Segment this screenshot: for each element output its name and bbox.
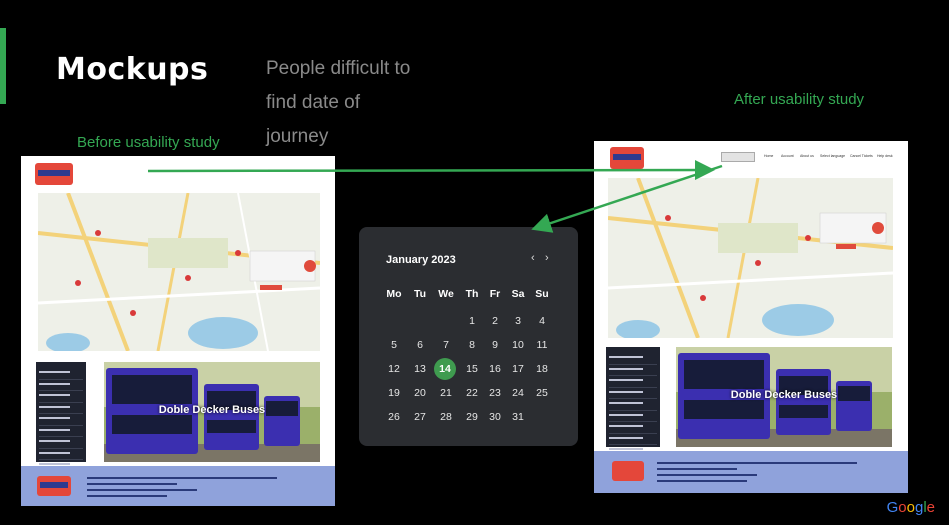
- nav-help-desk[interactable]: Help desk: [877, 154, 893, 158]
- weekday-label: Sa: [511, 288, 525, 300]
- bus-banner-caption: Doble Decker Buses: [158, 404, 266, 416]
- calendar-day[interactable]: 4: [530, 310, 554, 332]
- calendar-day[interactable]: 3: [506, 310, 530, 332]
- calendar-day[interactable]: 2: [483, 310, 507, 332]
- slide-title: Mockups: [56, 52, 209, 87]
- calendar-day[interactable]: 23: [483, 382, 507, 404]
- nav-about-us[interactable]: About us: [800, 154, 814, 158]
- selected-day[interactable]: 14: [434, 358, 456, 380]
- footer: [594, 451, 908, 493]
- nav-home[interactable]: Home: [764, 154, 773, 158]
- calendar-day[interactable]: 5: [382, 334, 406, 356]
- weekday-label: Tu: [413, 288, 427, 300]
- popular-routes: [606, 347, 660, 480]
- calendar-day[interactable]: 29: [460, 406, 484, 428]
- popular-routes: [36, 362, 86, 495]
- weekday-label: Fr: [489, 288, 501, 300]
- calendar-day[interactable]: 7: [434, 334, 458, 356]
- google-logo: Google: [886, 499, 935, 516]
- calendar-day[interactable]: 12: [382, 358, 406, 380]
- mockup-before: Doble Decker Buses: [21, 156, 335, 506]
- after-label: After usability study: [734, 91, 865, 108]
- calendar-day[interactable]: 27: [408, 406, 432, 428]
- calendar-day[interactable]: 13: [408, 358, 432, 380]
- weekday-label: We: [438, 288, 454, 300]
- map: [38, 193, 320, 351]
- date-picker: January 2023 ‹ › Mo Tu We Th Fr Sa Su 1 2 3 4 5 6 7 8 9…: [359, 227, 578, 446]
- accent-bar: [0, 28, 6, 104]
- calendar-day[interactable]: 28: [434, 406, 458, 428]
- logo: [610, 147, 644, 169]
- calendar-day[interactable]: 26: [382, 406, 406, 428]
- footer: [21, 466, 335, 506]
- calendar-day[interactable]: 18: [530, 358, 554, 380]
- weekday-label: Su: [535, 288, 549, 300]
- usability-note: People difficult to find date of journey: [266, 58, 411, 147]
- bus-banner: Doble Decker Buses: [676, 347, 892, 447]
- nav-account[interactable]: Account: [781, 154, 794, 158]
- calendar-day[interactable]: 31: [506, 406, 530, 428]
- calendar-day[interactable]: 25: [530, 382, 554, 404]
- calendar-day[interactable]: 21: [434, 382, 458, 404]
- calendar-month: January 2023: [386, 254, 456, 266]
- calendar-day[interactable]: 11: [530, 334, 554, 356]
- calendar-day[interactable]: 24: [506, 382, 530, 404]
- map: [608, 178, 893, 338]
- before-label: Before usability study: [77, 134, 220, 151]
- prev-month-icon[interactable]: ‹: [531, 252, 535, 264]
- weekday-label: Th: [465, 288, 479, 300]
- calendar-day[interactable]: 10: [506, 334, 530, 356]
- bus-banner: Doble Decker Buses: [104, 362, 320, 462]
- calendar-day[interactable]: 1: [460, 310, 484, 332]
- mockup-after: Home Account About us Select language Ca…: [594, 141, 908, 493]
- calendar-day[interactable]: 17: [506, 358, 530, 380]
- calendar-day[interactable]: 20: [408, 382, 432, 404]
- calendar-day[interactable]: 22: [460, 382, 484, 404]
- calendar-day[interactable]: 30: [483, 406, 507, 428]
- bus-banner-caption: Doble Decker Buses: [730, 389, 838, 401]
- logo: [35, 163, 73, 185]
- calendar-day[interactable]: 15: [460, 358, 484, 380]
- calendar-day[interactable]: 8: [460, 334, 484, 356]
- calendar-day[interactable]: 9: [483, 334, 507, 356]
- nav-cancel-tickets[interactable]: Cancel Tickets: [850, 154, 873, 158]
- calendar-day[interactable]: 16: [483, 358, 507, 380]
- next-month-icon[interactable]: ›: [545, 252, 549, 264]
- date-of-journey-button[interactable]: [721, 152, 755, 162]
- calendar-day[interactable]: 6: [408, 334, 432, 356]
- calendar-day[interactable]: 19: [382, 382, 406, 404]
- weekday-label: Mo: [386, 288, 402, 300]
- nav-select-language[interactable]: Select language: [820, 154, 845, 158]
